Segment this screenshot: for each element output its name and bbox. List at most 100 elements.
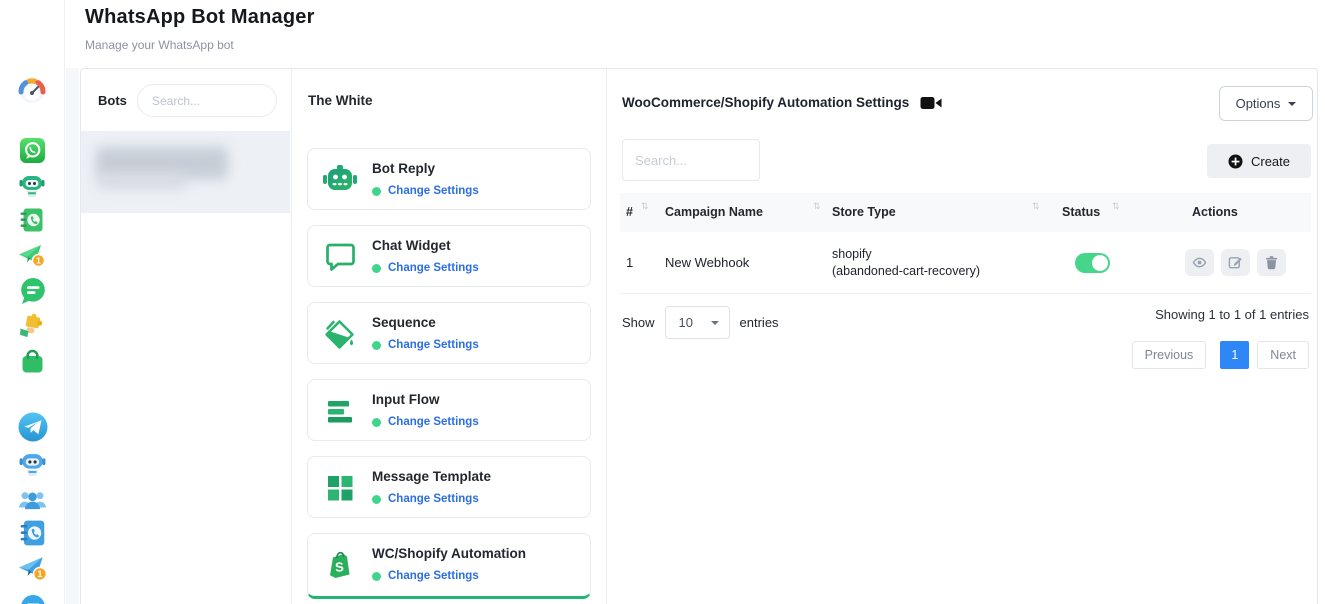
robot-blue-icon[interactable] xyxy=(18,449,47,483)
previous-page-button[interactable]: Previous xyxy=(1132,341,1207,369)
page-subtitle: Manage your WhatsApp bot xyxy=(85,38,234,52)
create-button-label: Create xyxy=(1251,154,1290,169)
chevron-down-icon xyxy=(711,321,719,325)
status-dot xyxy=(372,495,381,504)
current-page-button[interactable]: 1 xyxy=(1220,341,1249,369)
notification-badge: 1 xyxy=(36,255,41,265)
contacts-blue-icon[interactable] xyxy=(18,518,48,553)
paint-bucket-icon xyxy=(322,316,358,352)
content-gap-strip xyxy=(66,68,79,604)
create-button[interactable]: Create xyxy=(1207,144,1311,178)
bot-name-redacted-line2 xyxy=(98,173,186,189)
plus-circle-icon xyxy=(1228,154,1243,169)
menu-card-message-template[interactable]: Message Template Change Settings xyxy=(307,456,591,518)
delete-button[interactable] xyxy=(1257,249,1286,276)
status-toggle-on[interactable] xyxy=(1075,253,1110,273)
contacts-green-icon[interactable] xyxy=(18,206,46,239)
chevron-down-icon xyxy=(1288,102,1296,106)
status-dot xyxy=(372,572,381,581)
bots-panel-title: Bots xyxy=(98,93,127,108)
status-dot xyxy=(372,187,381,196)
change-settings-link[interactable]: Change Settings xyxy=(388,185,479,197)
menu-card-input-flow[interactable]: Input Flow Change Settings xyxy=(307,379,591,441)
view-button[interactable] xyxy=(1185,249,1214,276)
campaign-send-green-icon[interactable]: 1 xyxy=(18,241,46,274)
groups-blue-icon[interactable] xyxy=(18,485,47,519)
column-header-status[interactable]: Status xyxy=(1062,205,1100,219)
shop-bag-icon[interactable] xyxy=(17,346,48,382)
menu-card-title: Bot Reply xyxy=(372,161,435,176)
integrations-puzzle-icon[interactable] xyxy=(18,311,46,344)
change-settings-link[interactable]: Change Settings xyxy=(388,493,479,505)
panel-title: WooCommerce/Shopify Automation Settings xyxy=(622,95,909,110)
change-settings-link[interactable]: Change Settings xyxy=(388,570,479,582)
status-dot xyxy=(372,341,381,350)
pagination: Previous 1 Next xyxy=(1132,341,1309,369)
column-header-campaign-name[interactable]: Campaign Name xyxy=(665,205,763,219)
telegram-icon[interactable] xyxy=(17,411,49,448)
page-size-select[interactable]: 10 xyxy=(665,306,730,339)
automation-settings-panel: WooCommerce/Shopify Automation Settings … xyxy=(606,69,1319,604)
sort-icon[interactable]: ⇅ xyxy=(1112,201,1120,212)
grid-icon xyxy=(322,470,358,506)
menu-card-title: Sequence xyxy=(372,315,436,330)
sort-icon[interactable]: ⇅ xyxy=(1032,201,1040,212)
video-tutorial-icon[interactable] xyxy=(920,96,942,110)
row-campaign-name: New Webhook xyxy=(665,255,749,270)
sort-icon[interactable]: ⇅ xyxy=(813,201,821,212)
bars-icon xyxy=(322,393,358,429)
panel-title-row: WooCommerce/Shopify Automation Settings xyxy=(622,95,942,110)
whatsapp-icon[interactable] xyxy=(19,137,46,169)
bot-settings-menu: The White Bot xyxy=(291,69,606,604)
dashboard-gauge-icon[interactable] xyxy=(18,76,46,109)
options-button-label: Options xyxy=(1236,96,1281,111)
menu-card-title: Message Template xyxy=(372,469,491,484)
menu-card-title: Chat Widget xyxy=(372,238,451,253)
bots-search-input[interactable] xyxy=(137,84,277,117)
robot-green-icon[interactable] xyxy=(18,171,46,204)
bot-name-title: The White xyxy=(308,93,373,108)
bot-reply-robot-icon xyxy=(322,162,358,198)
menu-card-sequence[interactable]: Sequence Change Settings xyxy=(307,302,591,364)
manager-card: Bots The White xyxy=(80,68,1318,604)
menu-card-title: Input Flow xyxy=(372,392,439,407)
bot-list-item-selected[interactable] xyxy=(81,131,290,213)
next-page-button[interactable]: Next xyxy=(1257,341,1309,369)
chat-blue-icon[interactable] xyxy=(17,592,48,604)
change-settings-link[interactable]: Change Settings xyxy=(388,416,479,428)
toggle-knob xyxy=(1092,255,1108,271)
page-size-value: 10 xyxy=(679,315,693,330)
eye-icon xyxy=(1192,255,1207,270)
show-label: Show xyxy=(622,315,655,330)
change-settings-link[interactable]: Change Settings xyxy=(388,262,479,274)
edit-icon xyxy=(1228,255,1243,270)
sort-icon[interactable]: ⇅ xyxy=(641,201,649,212)
trash-icon xyxy=(1264,255,1279,270)
bots-panel: Bots xyxy=(81,69,291,604)
chat-bubble-icon xyxy=(322,239,358,275)
table-row: 1 New Webhook shopify (abandoned-cart-re… xyxy=(620,232,1311,294)
page-title: WhatsApp Bot Manager xyxy=(85,6,315,29)
svg-text:S: S xyxy=(335,559,345,575)
entries-label: entries xyxy=(740,315,779,330)
page-size-row: Show 10 entries xyxy=(622,306,779,339)
column-header-store-type[interactable]: Store Type xyxy=(832,205,896,219)
menu-card-wc-shopify-automation[interactable]: S WC/Shopify Automation Change Settings xyxy=(307,533,591,599)
chat-green-icon[interactable] xyxy=(17,276,48,312)
menu-card-bot-reply[interactable]: Bot Reply Change Settings xyxy=(307,148,591,210)
whatsapp-bot-manager-app: 1 xyxy=(0,0,1325,604)
menu-card-title: WC/Shopify Automation xyxy=(372,546,526,561)
status-dot xyxy=(372,264,381,273)
icon-rail: 1 xyxy=(0,0,65,604)
column-header-actions: Actions xyxy=(1192,205,1238,219)
column-header-index[interactable]: # xyxy=(626,205,633,219)
table-search-input[interactable] xyxy=(622,139,760,181)
shopify-bag-icon: S xyxy=(322,547,358,583)
edit-button[interactable] xyxy=(1221,249,1250,276)
menu-card-chat-widget[interactable]: Chat Widget Change Settings xyxy=(307,225,591,287)
change-settings-link[interactable]: Change Settings xyxy=(388,339,479,351)
row-store-type: shopify (abandoned-cart-recovery) xyxy=(832,246,980,280)
options-button[interactable]: Options xyxy=(1219,86,1313,121)
status-dot xyxy=(372,418,381,427)
campaign-send-blue-icon[interactable]: 1 xyxy=(18,553,48,588)
